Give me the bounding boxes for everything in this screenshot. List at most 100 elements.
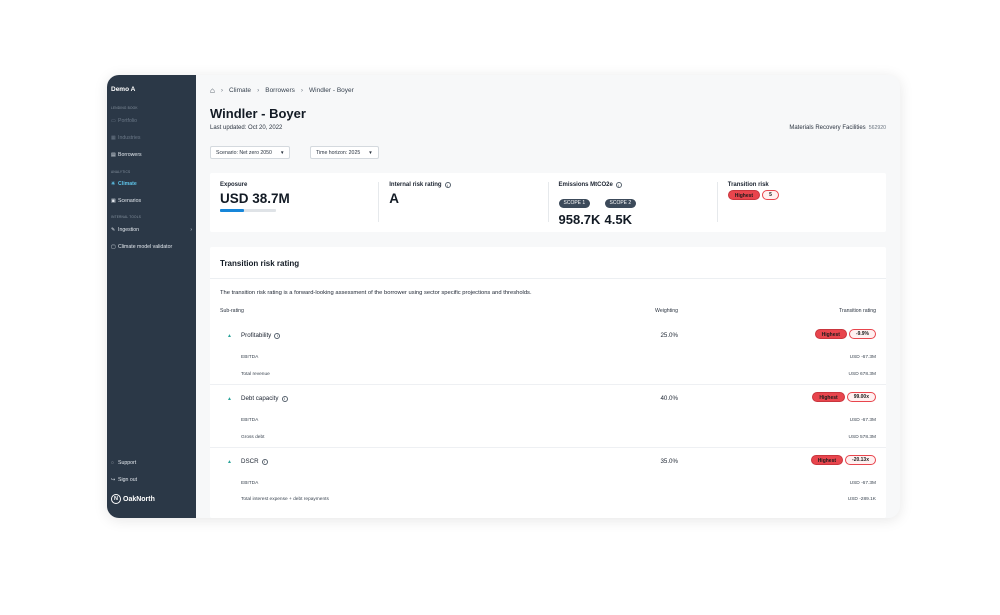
validator-icon: ▢ xyxy=(111,244,116,250)
risk-level-badge: Highest xyxy=(727,190,761,200)
section-label-lending: LENDING BOOK xyxy=(111,106,138,110)
home-icon[interactable]: ⌂ xyxy=(210,86,215,95)
chevron-right-icon: › xyxy=(220,87,224,94)
risk-score-badge: -20.13x xyxy=(845,455,876,465)
sidebar-item-sign-out[interactable]: ↪ Sign out xyxy=(111,475,192,485)
metric-value: USD 578.3M xyxy=(848,434,876,440)
sidebar-item-label: Sign out xyxy=(118,477,138,483)
sidebar-item-label: Portfolio xyxy=(118,118,138,124)
info-icon[interactable]: i xyxy=(281,395,288,402)
sidebar-item-climate[interactable]: ✳ Climate xyxy=(111,179,192,189)
risk-score-badge: 99.00x xyxy=(846,392,876,402)
chevron-right-icon: › xyxy=(300,87,304,94)
column-header-subrating: Sub-rating xyxy=(220,308,244,314)
logo-text: OakNorth xyxy=(123,495,155,503)
info-icon[interactable]: i xyxy=(615,182,622,188)
sector-name: Materials Recovery Facilities xyxy=(789,125,866,131)
scopes: SCOPE 1 958.7K SCOPE 2 4.5K xyxy=(558,191,707,227)
divider xyxy=(210,447,886,448)
org-name[interactable]: Demo A xyxy=(111,86,135,93)
oaknorth-logo: N OakNorth xyxy=(111,494,155,504)
info-icon[interactable]: i xyxy=(444,182,451,188)
scope-1-value: 958.7K xyxy=(558,212,601,227)
divider xyxy=(210,278,886,279)
sidebar-item-portfolio[interactable]: ▭ Portfolio xyxy=(111,116,192,126)
sidebar-item-label: Scenarios xyxy=(118,198,142,204)
subrating-weight: 40.0% xyxy=(660,395,678,402)
chevron-up-icon[interactable]: ▲ xyxy=(227,396,232,402)
breadcrumb: ⌂ › Climate › Borrowers › Windler - Boye… xyxy=(210,86,354,95)
emissions-metric: Emissions MtCO2e i SCOPE 1 958.7K SCOPE … xyxy=(547,182,717,227)
table-row[interactable]: ▲ Debt capacity i 40.0% Highest 99.00x xyxy=(210,386,886,414)
section-label-analytics: ANALYTICS xyxy=(111,170,131,174)
metric-label: EBITDA xyxy=(241,417,259,423)
table-row[interactable]: ▲ Profitability i 25.0% Highest -9.9% xyxy=(210,323,886,351)
divider xyxy=(210,384,886,385)
transition-risk-metric: Transition risk Highest 5 xyxy=(716,182,886,222)
metric-value: USD -289.1K xyxy=(847,496,876,502)
internal-rating-label-row: Internal risk rating i xyxy=(389,182,537,188)
sector-code: 562920 xyxy=(868,125,886,131)
sidebar-item-label: Industries xyxy=(118,135,141,141)
industries-icon: ▦ xyxy=(111,135,116,141)
sidebar-item-industries[interactable]: ▦ Industries xyxy=(111,133,192,143)
climate-icon: ✳ xyxy=(111,181,116,187)
chevron-up-icon[interactable]: ▲ xyxy=(227,333,232,339)
exposure-label: Exposure xyxy=(220,182,248,188)
subrating-rating: Highest 99.00x xyxy=(812,392,876,402)
time-horizon-select[interactable]: Time horizon: 2025 ▼ xyxy=(310,146,379,159)
sector-info: Materials Recovery Facilities 562920 xyxy=(789,125,886,131)
list-item: Total interest expense + debt repayments… xyxy=(241,491,876,507)
subrating-name-row: DSCR i xyxy=(241,458,268,465)
breadcrumb-borrowers[interactable]: Borrowers xyxy=(265,87,295,94)
chevron-right-icon: › xyxy=(257,87,260,94)
scope-2-value: 4.5K xyxy=(604,212,632,227)
transition-risk-panel: Transition risk rating The transition ri… xyxy=(210,247,886,518)
metric-value: USD -67.3M xyxy=(849,417,876,423)
subrating-name: Debt capacity xyxy=(241,395,279,402)
time-horizon-select-value: Time horizon: 2025 xyxy=(316,149,361,156)
portfolio-icon: ▭ xyxy=(111,118,116,124)
risk-level-badge: Highest xyxy=(814,329,847,339)
subrating-rating: Highest -9.9% xyxy=(814,329,876,339)
list-item: EBITDA USD -67.3M xyxy=(241,475,876,491)
internal-rating-metric: Internal risk rating i A xyxy=(378,182,547,222)
info-icon[interactable]: i xyxy=(274,332,281,339)
risk-score-badge: 5 xyxy=(762,190,779,200)
scope-1: SCOPE 1 958.7K xyxy=(558,191,601,227)
list-item: Gross debt USD 578.3M xyxy=(241,429,876,445)
breadcrumb-climate[interactable]: Climate xyxy=(229,87,251,94)
app-window: Demo A LENDING BOOK ▭ Portfolio ▦ Indust… xyxy=(107,75,900,518)
sidebar-item-ingestion[interactable]: ✎ Ingestion › xyxy=(111,225,192,235)
subrating-name-row: Debt capacity i xyxy=(241,395,288,402)
chevron-up-icon[interactable]: ▲ xyxy=(227,459,232,465)
subrating-name: DSCR xyxy=(241,458,259,465)
metric-label: Total interest expense + debt repayments xyxy=(241,496,329,502)
table-row[interactable]: ▲ DSCR i 35.0% Highest -20.13x xyxy=(210,449,886,477)
sidebar-item-label: Climate xyxy=(118,181,137,187)
risk-level-badge: Highest xyxy=(812,392,845,402)
sidebar-item-borrowers[interactable]: ▤ Borrowers xyxy=(111,150,192,160)
metric-value: USD -67.3M xyxy=(849,480,876,486)
breadcrumb-current: Windler - Boyer xyxy=(309,87,354,94)
exposure-metric: Exposure USD 38.7M xyxy=(210,173,378,232)
sidebar: Demo A LENDING BOOK ▭ Portfolio ▦ Indust… xyxy=(107,75,196,518)
sidebar-item-support[interactable]: ◌ Support xyxy=(111,458,192,468)
support-icon: ◌ xyxy=(111,460,114,466)
transition-risk-chips: Highest 5 xyxy=(727,190,876,200)
internal-rating-label: Internal risk rating xyxy=(389,182,442,188)
section-label-internal: INTERNAL TOOLS xyxy=(111,215,142,219)
last-updated: Last updated: Oct 20, 2022 xyxy=(210,125,283,131)
caret-down-icon: ▼ xyxy=(279,150,285,155)
main-content: ⌂ › Climate › Borrowers › Windler - Boye… xyxy=(196,75,900,518)
borrowers-icon: ▤ xyxy=(111,152,116,158)
transition-risk-label: Transition risk xyxy=(727,182,769,188)
ingestion-icon: ✎ xyxy=(111,227,116,233)
scenario-select[interactable]: Scenario: Net zero 2050 ▼ xyxy=(210,146,291,159)
exposure-bar-fill xyxy=(220,209,244,212)
sidebar-item-scenarios[interactable]: ▣ Scenarios xyxy=(111,196,192,206)
sidebar-item-label: Borrowers xyxy=(118,152,142,158)
page-title: Windler - Boyer xyxy=(210,106,306,121)
sidebar-item-validator[interactable]: ▢ Climate model validator xyxy=(111,242,192,252)
info-icon[interactable]: i xyxy=(261,458,268,465)
